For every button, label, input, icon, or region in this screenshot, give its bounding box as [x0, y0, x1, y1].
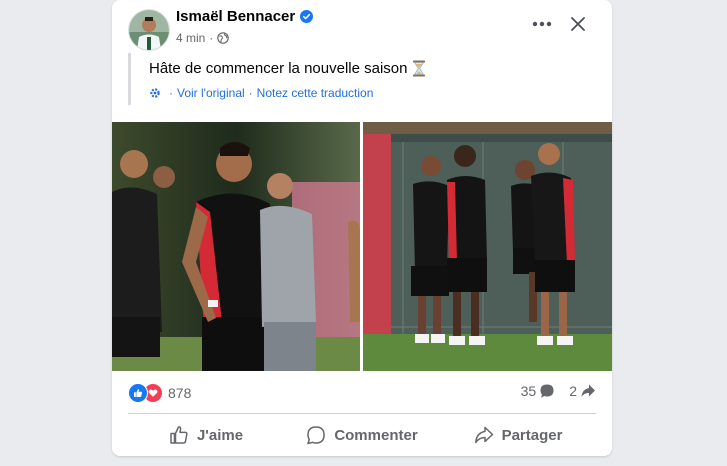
comment-button-label: Commenter — [334, 426, 418, 444]
post-time[interactable]: 4 min — [176, 31, 205, 45]
verified-badge-icon — [300, 10, 314, 23]
like-button-label: J'aime — [196, 426, 244, 444]
close-button[interactable] — [566, 12, 590, 36]
post-text: Hâte de commencer la nouvelle saison — [149, 60, 408, 77]
action-divider — [128, 413, 596, 414]
author-row: Ismaël Bennacer — [176, 8, 314, 25]
share-count-icon — [581, 384, 595, 397]
comment-count-value: 35 — [520, 383, 537, 399]
comment-button[interactable]: Commenter — [284, 418, 440, 452]
share-button[interactable]: Partager — [440, 418, 596, 452]
close-icon — [571, 17, 585, 31]
translation-separator: · — [248, 86, 253, 100]
translation-separator: · — [169, 86, 173, 100]
meta-separator: · — [209, 31, 214, 45]
post-actions: J'aime Commenter Partager — [128, 418, 596, 452]
more-options-icon — [532, 21, 552, 27]
gear-icon[interactable] — [149, 87, 161, 99]
engagement-counts: 35 2 — [507, 383, 596, 399]
share-count[interactable]: 2 — [569, 383, 596, 399]
quote-bar — [128, 53, 131, 105]
rate-translation-link[interactable]: Notez cette traduction — [257, 86, 374, 100]
globe-icon[interactable] — [217, 32, 230, 44]
post-photo-right[interactable] — [363, 122, 612, 371]
post-photo-left[interactable] — [112, 122, 360, 371]
like-reaction-icon — [128, 383, 148, 403]
author-name[interactable]: Ismaël Bennacer — [176, 8, 295, 25]
post-card: Ismaël Bennacer 4 min · Hâte de commence… — [112, 0, 612, 456]
hourglass-icon — [413, 60, 426, 77]
comment-bubble-icon — [307, 426, 326, 445]
post-meta: 4 min · — [176, 31, 230, 45]
comment-count-icon — [540, 384, 554, 398]
post-text-row: Hâte de commencer la nouvelle saison — [149, 60, 426, 77]
share-button-label: Partager — [501, 426, 563, 444]
see-original-link[interactable]: Voir l'original — [177, 86, 245, 100]
reaction-icons — [128, 383, 164, 403]
share-arrow-icon — [474, 426, 493, 444]
reactions-summary[interactable]: 878 — [128, 383, 191, 403]
share-count-value: 2 — [569, 383, 577, 399]
comment-count[interactable]: 35 — [521, 383, 556, 399]
author-avatar[interactable] — [128, 9, 170, 51]
thumbs-up-icon — [170, 426, 188, 444]
reaction-count: 878 — [168, 385, 192, 401]
like-button[interactable]: J'aime — [128, 418, 284, 452]
more-options-button[interactable] — [530, 12, 554, 36]
translation-row: · Voir l'original · Notez cette traducti… — [149, 86, 373, 100]
